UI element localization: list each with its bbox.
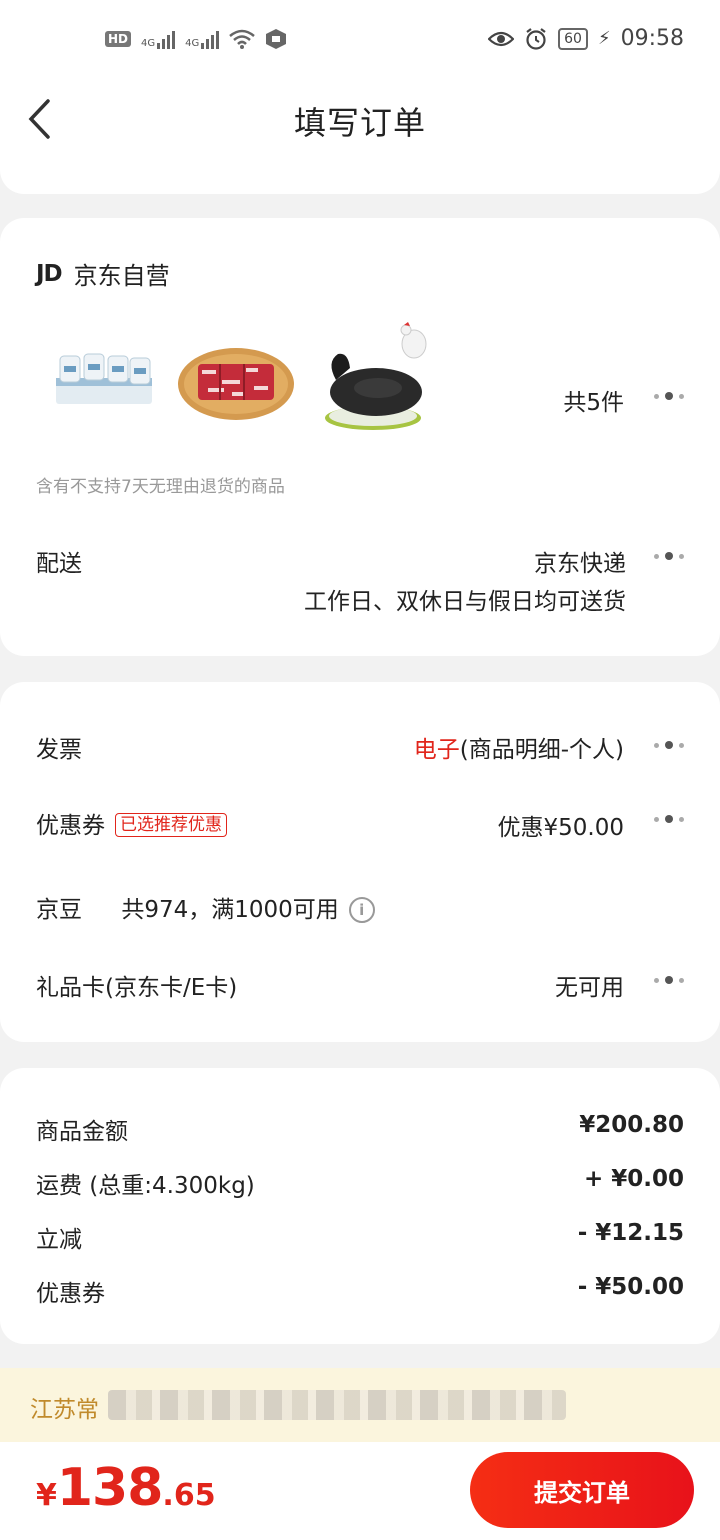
more-products-icon[interactable] — [654, 392, 684, 400]
total-integer: 138 — [56, 1458, 164, 1518]
black-chicken-icon — [325, 322, 427, 430]
status-left-icons: HD 4G 4G — [105, 28, 287, 50]
total-decimal: .65 — [162, 1478, 216, 1513]
delivery-method[interactable]: 京东快递 — [534, 544, 626, 578]
address-text: 江苏常 — [30, 1397, 99, 1423]
invoice-detail: (商品明细-个人) — [459, 737, 624, 763]
invoice-label: 发票 — [36, 737, 82, 763]
yogurt-cups-icon — [56, 353, 152, 404]
address-bar[interactable]: 江苏常 — [0, 1368, 720, 1442]
discount-label: 立减 — [36, 1227, 82, 1253]
invoice-more-icon[interactable] — [654, 741, 684, 749]
coupon-row[interactable]: 优惠券 已选推荐优惠 — [36, 806, 227, 840]
status-time: 09:58 — [620, 26, 684, 51]
product-image-chicken[interactable] — [318, 322, 438, 442]
invoice-value[interactable]: 电子(商品明细-个人) — [414, 730, 624, 764]
shipping-value: + ¥0.00 — [583, 1166, 684, 1192]
battery-icon: 60 — [558, 27, 588, 50]
subtotal-value: ¥200.80 — [579, 1112, 684, 1138]
jd-logo: JD — [36, 260, 63, 287]
status-bar: HD 4G 4G 60 ⚡ 09:58 — [0, 0, 720, 80]
coupon-value[interactable]: 优惠¥50.00 — [498, 808, 624, 842]
giftcard-value[interactable]: 无可用 — [555, 968, 624, 1002]
eye-icon — [488, 31, 515, 46]
delivery-more-icon[interactable] — [654, 552, 684, 560]
bottom-bar: ¥138.65 提交订单 — [0, 1442, 720, 1540]
price-summary-card: 商品金额 ¥200.80 运费 (总重:4.300kg) + ¥0.00 立减 … — [0, 1068, 720, 1344]
invoice-type: 电子 — [413, 737, 460, 763]
giftcard-more-icon[interactable] — [654, 976, 684, 984]
alarm-icon — [526, 27, 546, 50]
order-total: ¥138.65 — [36, 1458, 216, 1518]
item-count[interactable]: 共5件 — [563, 383, 624, 417]
discount-value: - ¥12.15 — [577, 1220, 684, 1246]
jingdou-text: 共974，满1000可用 — [121, 897, 339, 923]
delivery-time[interactable]: 工作日、双休日与假日均可送货 — [304, 582, 626, 616]
giftcard-label: 礼品卡(京东卡/E卡) — [36, 975, 238, 1001]
submit-order-button[interactable]: 提交订单 — [470, 1452, 694, 1528]
product-image-yogurt[interactable] — [46, 322, 166, 442]
total-currency: ¥ — [36, 1478, 57, 1513]
options-card: 发票 电子(商品明细-个人) 优惠券 已选推荐优惠 优惠¥50.00 京豆 共97… — [0, 682, 720, 1042]
product-image-beef[interactable] — [174, 322, 294, 442]
page-header: 填写订单 — [0, 80, 720, 194]
charging-icon: ⚡ — [597, 28, 611, 49]
shop-name: 京东自营 — [73, 262, 170, 290]
jingdou-row: 京豆 共974，满1000可用 i — [36, 890, 375, 924]
shop-header: JD 京东自营 — [36, 256, 170, 291]
jingdou-label: 京豆 — [36, 897, 82, 923]
coupon-label: 优惠券 — [36, 813, 105, 839]
shield-icon — [266, 29, 287, 49]
coupon-summary-label: 优惠券 — [36, 1281, 105, 1307]
address-blurred — [108, 1390, 566, 1420]
return-policy-note: 含有不支持7天无理由退货的商品 — [36, 477, 285, 497]
beef-slices-icon — [178, 348, 294, 420]
subtotal-label: 商品金额 — [36, 1119, 128, 1145]
shop-card: JD 京东自营 共5件 含有不支持7天无理由退货的商品 配送 京东快递 工作日、… — [0, 218, 720, 656]
coupon-recommended-badge: 已选推荐优惠 — [115, 813, 227, 837]
hd-icon: HD — [105, 31, 132, 47]
page-title: 填写订单 — [293, 104, 426, 142]
info-icon[interactable]: i — [348, 897, 375, 923]
status-right-icons: 60 ⚡ 09:58 — [488, 26, 684, 51]
signal-icon-2: 4G — [185, 29, 220, 49]
delivery-label: 配送 — [36, 551, 82, 577]
coupon-summary-value: - ¥50.00 — [577, 1274, 684, 1300]
coupon-more-icon[interactable] — [654, 815, 684, 823]
wifi-icon — [229, 29, 256, 49]
signal-icon-1: 4G — [141, 29, 176, 49]
shipping-label: 运费 (总重:4.300kg) — [36, 1173, 255, 1199]
